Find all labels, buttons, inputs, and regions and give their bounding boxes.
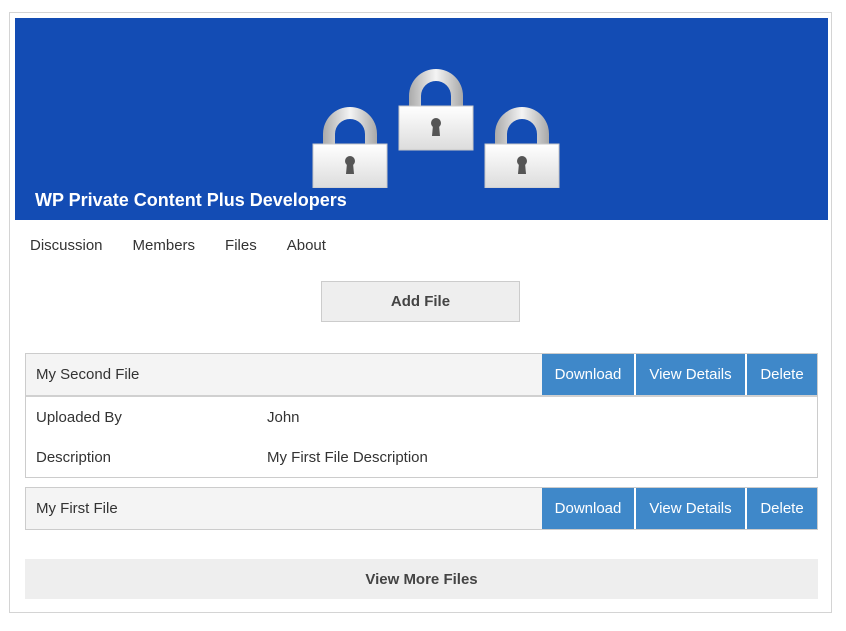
download-button[interactable]: Download <box>542 488 634 529</box>
detail-value: My First File Description <box>267 448 428 466</box>
tab-members[interactable]: Members <box>133 237 196 254</box>
detail-row: Uploaded By John <box>26 397 817 437</box>
file-item: My Second File Download View Details Del… <box>25 353 818 478</box>
delete-button[interactable]: Delete <box>745 488 817 529</box>
file-details: Uploaded By John Description My First Fi… <box>26 395 817 477</box>
tab-discussion[interactable]: Discussion <box>30 237 103 254</box>
padlock-left-icon <box>312 107 388 189</box>
download-button[interactable]: Download <box>542 354 634 395</box>
view-more-files-button[interactable]: View More Files <box>25 559 818 599</box>
file-header: My Second File Download View Details Del… <box>26 354 817 395</box>
file-actions: Download View Details Delete <box>542 488 817 529</box>
file-name[interactable]: My First File <box>26 500 542 517</box>
tab-about[interactable]: About <box>287 237 326 254</box>
delete-button[interactable]: Delete <box>745 354 817 395</box>
file-name[interactable]: My Second File <box>26 366 542 383</box>
add-file-button[interactable]: Add File <box>321 281 520 322</box>
file-item: My First File Download View Details Dele… <box>25 487 818 530</box>
group-tabs: Discussion Members Files About <box>30 237 356 254</box>
padlocks-image <box>297 48 567 193</box>
detail-value: John <box>267 408 300 426</box>
group-banner: WP Private Content Plus Developers <box>15 18 828 220</box>
detail-label: Description <box>36 448 112 466</box>
file-header: My First File Download View Details Dele… <box>26 488 817 529</box>
file-actions: Download View Details Delete <box>542 354 817 395</box>
padlock-center-icon <box>398 69 474 151</box>
group-title: WP Private Content Plus Developers <box>35 190 347 210</box>
padlock-icons <box>312 69 560 189</box>
tab-files[interactable]: Files <box>225 237 257 254</box>
view-details-button[interactable]: View Details <box>634 354 745 395</box>
detail-label: Uploaded By <box>36 408 122 426</box>
padlock-right-icon <box>484 107 560 189</box>
view-details-button[interactable]: View Details <box>634 488 745 529</box>
detail-row: Description My First File Description <box>26 437 817 477</box>
